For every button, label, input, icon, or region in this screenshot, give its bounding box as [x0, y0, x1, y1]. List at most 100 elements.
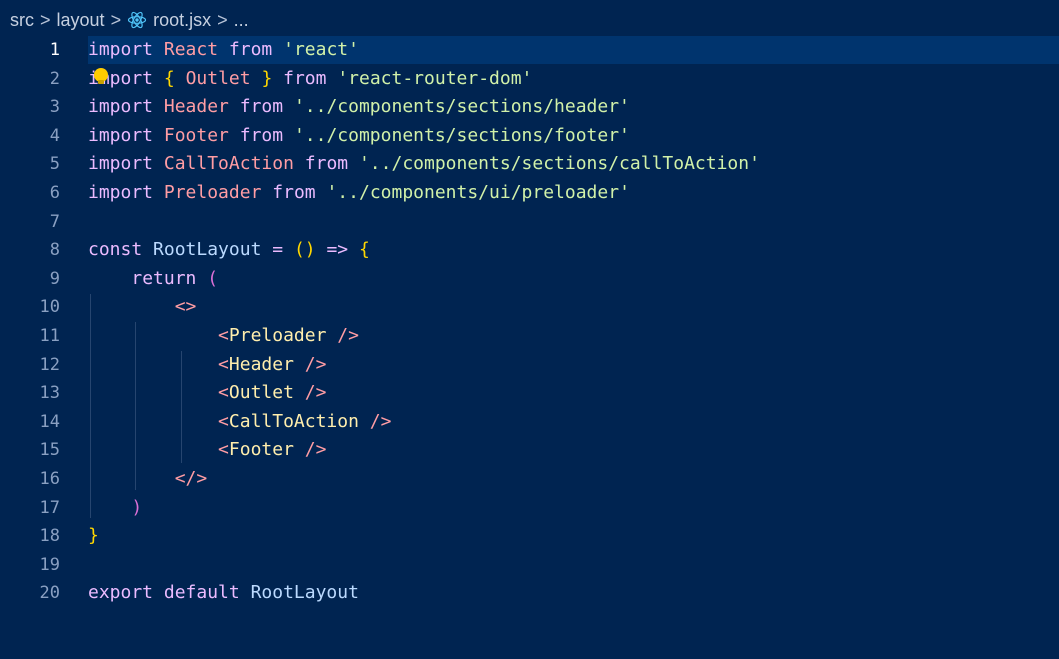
code-token: from — [228, 39, 273, 60]
line-number: 16 — [39, 469, 60, 489]
code-token: = — [272, 239, 284, 261]
code-token: CallToAction — [228, 410, 359, 432]
line-number: 1 — [49, 40, 60, 60]
code-text: import Footer from '../components/sectio… — [88, 122, 1059, 150]
code-line[interactable]: 4 import Footer from '../components/secti… — [0, 122, 1059, 150]
line-number: 7 — [49, 211, 60, 232]
code-text: </> — [88, 465, 1059, 493]
code-token: /> — [304, 353, 327, 375]
code-token: '../components/sections/callToAction' — [358, 153, 760, 175]
code-line[interactable]: 14 <CallToAction /> — [0, 408, 1059, 436]
code-line[interactable]: 12 <Header /> — [0, 351, 1059, 379]
code-line[interactable]: 20 export default RootLayout — [0, 579, 1059, 607]
code-token: '../components/ui/preloader' — [326, 182, 630, 203]
code-line[interactable]: 16 </> — [0, 465, 1059, 493]
lightbulb-icon[interactable] — [94, 68, 108, 84]
code-token: < — [218, 353, 229, 375]
code-line[interactable]: 19 — [0, 551, 1059, 579]
code-token: from — [272, 182, 316, 203]
code-line[interactable]: 6 import Preloader from '../components/ui… — [0, 179, 1059, 207]
line-number: 8 — [49, 240, 60, 261]
code-line[interactable]: 9 return ( — [0, 265, 1059, 293]
code-token: import — [88, 153, 154, 175]
code-line[interactable]: 13 <Outlet /> — [0, 379, 1059, 407]
code-token: return — [131, 267, 197, 289]
line-number: 6 — [49, 183, 60, 203]
breadcrumb-item-layout[interactable]: layout — [57, 10, 105, 31]
code-line[interactable]: 17 ) — [0, 494, 1059, 522]
code-text: return ( — [88, 265, 1059, 293]
code-line[interactable]: 1 import React from 'react' — [0, 36, 1059, 64]
code-line[interactable]: 5 import CallToAction from '../components… — [0, 150, 1059, 178]
code-token: < — [218, 410, 229, 432]
code-line[interactable]: 15 <Footer /> — [0, 436, 1059, 464]
code-text: export default RootLayout — [88, 579, 1059, 607]
code-token: Preloader — [163, 182, 262, 203]
code-line[interactable]: 2 import { Outlet } from 'react-router-do… — [0, 65, 1059, 93]
code-token: from — [283, 67, 327, 89]
code-token: import — [88, 39, 154, 60]
code-token: from — [239, 124, 284, 146]
code-token: Header — [228, 353, 294, 375]
code-token: Footer — [228, 439, 294, 461]
chevron-right-icon: > — [40, 9, 51, 30]
code-editor[interactable]: 1 import React from 'react' 2 import { Outl… — [0, 36, 1059, 659]
code-line[interactable]: 3 import Header from '../components/secti… — [0, 93, 1059, 121]
code-token: /> — [304, 382, 327, 404]
code-text: import Header from '../components/sectio… — [88, 93, 1059, 121]
code-line[interactable]: 7 — [0, 208, 1059, 236]
code-token: React — [163, 39, 219, 60]
code-token: /> — [337, 325, 359, 346]
code-token: Preloader — [228, 325, 327, 346]
code-token: /> — [304, 439, 327, 461]
line-number: 10 — [39, 297, 60, 318]
line-number: 5 — [49, 154, 60, 175]
code-line[interactable]: 8 const RootLayout = () => { — [0, 236, 1059, 264]
line-number: 2 — [49, 68, 60, 89]
code-token: { — [359, 239, 370, 261]
code-token: import — [88, 124, 154, 146]
code-text: import CallToAction from '../components/… — [88, 150, 1059, 178]
line-number: 9 — [49, 268, 60, 289]
code-token: RootLayout — [250, 582, 359, 604]
code-token: 'react' — [283, 39, 359, 60]
code-token: < — [218, 382, 229, 404]
breadcrumb-item-more[interactable]: ... — [234, 10, 249, 31]
code-line[interactable]: 11 <Preloader /> — [0, 322, 1059, 350]
breadcrumb-item-src[interactable]: src — [10, 10, 34, 31]
line-number: 4 — [49, 125, 60, 146]
code-token: default — [163, 582, 240, 604]
breadcrumb-item-file[interactable]: root.jsx — [153, 10, 211, 31]
code-line[interactable]: 18} — [0, 522, 1059, 550]
react-icon — [127, 10, 147, 30]
code-token: Outlet — [228, 382, 294, 404]
line-number: 14 — [39, 411, 60, 432]
line-number: 11 — [39, 326, 60, 346]
code-text: } — [88, 522, 1059, 550]
code-line[interactable]: 10 <> — [0, 293, 1059, 321]
